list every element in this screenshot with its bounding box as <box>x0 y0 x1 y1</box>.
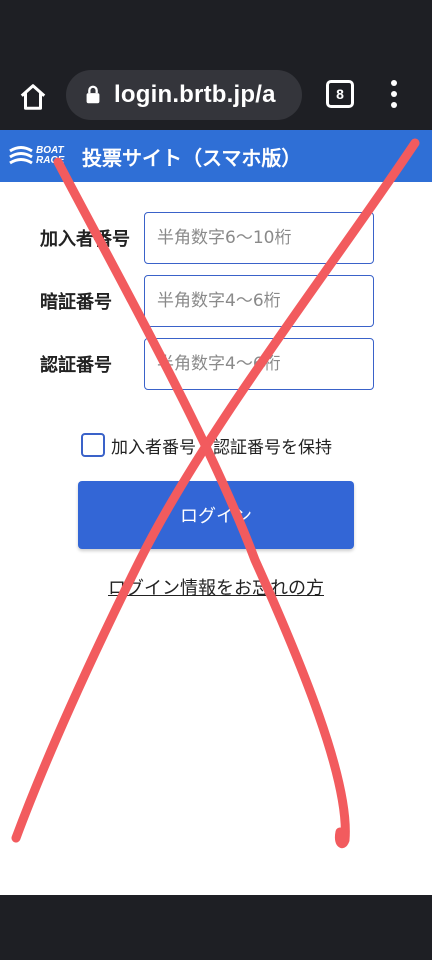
url-text: login.brtb.jp/a <box>114 81 276 108</box>
auth-number-row: 認証番号 <box>40 338 380 390</box>
home-icon[interactable] <box>14 78 52 116</box>
tab-switcher-button[interactable]: 8 <box>326 80 354 108</box>
address-bar[interactable]: login.brtb.jp/a <box>66 70 302 120</box>
auth-number-input[interactable] <box>144 338 374 390</box>
page-title: 投票サイト（スマホ版） <box>82 146 302 170</box>
remember-option: 加入者番号・認証番号を保持 <box>81 430 332 460</box>
system-nav-bar <box>0 895 432 960</box>
pin-label: 暗証番号 <box>40 292 112 313</box>
lock-icon <box>86 85 100 104</box>
logo-text-race: RACE <box>36 155 65 166</box>
remember-label[interactable]: 加入者番号・認証番号を保持 <box>111 433 332 458</box>
browser-toolbar: login.brtb.jp/a 8 <box>0 64 432 130</box>
member-number-label: 加入者番号 <box>40 229 130 250</box>
login-page: BOAT RACE 投票サイト（スマホ版） 加入者番号 暗証番号 認証番号 加入… <box>0 130 432 895</box>
wave-icon <box>9 146 33 165</box>
forgot-login-link[interactable]: ログイン情報をお忘れの方 <box>0 574 432 600</box>
site-header: BOAT RACE 投票サイト（スマホ版） <box>0 130 432 182</box>
pin-input[interactable] <box>144 275 374 327</box>
member-number-input[interactable] <box>144 212 374 264</box>
member-number-row: 加入者番号 <box>40 212 380 264</box>
pin-row: 暗証番号 <box>40 275 380 327</box>
more-menu-icon[interactable] <box>380 76 408 112</box>
boat-race-logo: BOAT RACE <box>8 140 70 172</box>
remember-checkbox[interactable] <box>81 433 105 457</box>
status-bar <box>0 0 432 64</box>
auth-number-label: 認証番号 <box>40 355 112 376</box>
login-button[interactable]: ログイン <box>78 481 354 549</box>
